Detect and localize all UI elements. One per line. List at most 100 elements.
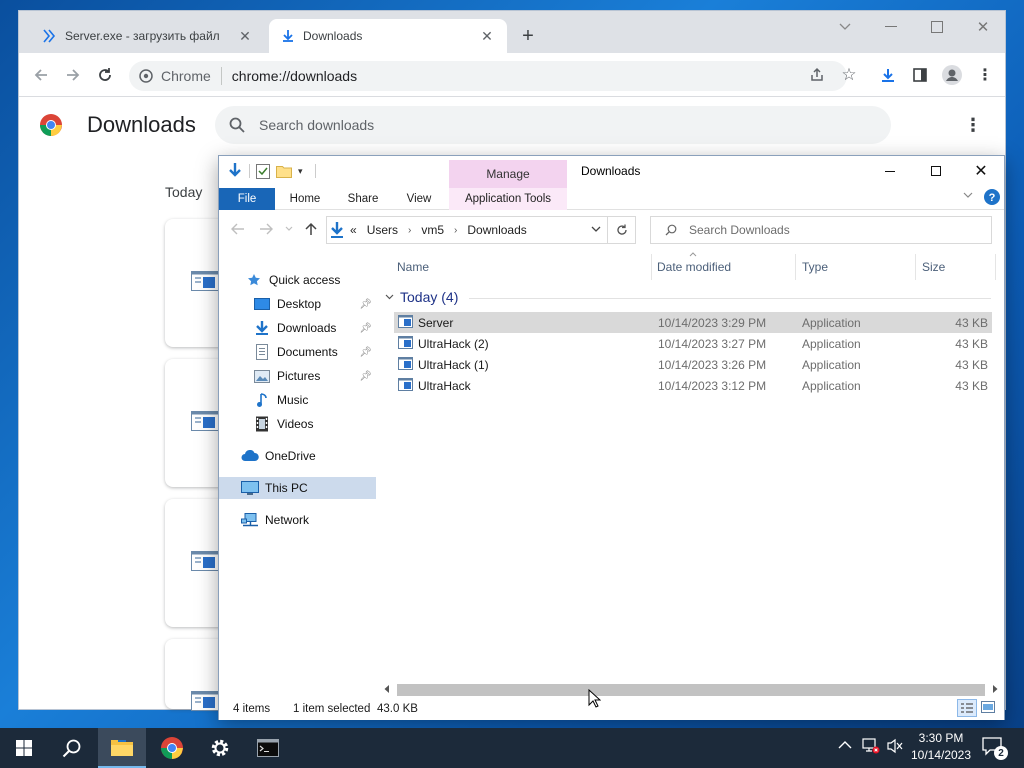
taskbar-file-explorer[interactable] <box>98 728 146 768</box>
omnibox-url[interactable]: chrome://downloads <box>232 68 357 84</box>
close-tab-icon[interactable]: ✕ <box>479 28 495 44</box>
share-icon[interactable] <box>803 61 831 89</box>
desktop-icon <box>253 296 271 312</box>
nav-music[interactable]: Music <box>219 389 376 411</box>
chrome-menu-icon[interactable]: ⋮ <box>971 61 999 89</box>
column-header-size[interactable]: Size <box>922 260 945 274</box>
group-header-today[interactable]: Today (4) <box>385 289 458 305</box>
column-divider[interactable] <box>795 254 796 280</box>
bookmark-star-icon[interactable]: ☆ <box>835 61 863 89</box>
nav-this-pc[interactable]: This PC <box>219 477 376 499</box>
address-bar[interactable]: Chrome chrome://downloads <box>129 61 847 91</box>
large-icons-view-icon <box>981 701 995 713</box>
maximize-icon[interactable] <box>923 13 951 41</box>
tab-server-exe[interactable]: Server.exe - загрузить файл ✕ <box>29 19 265 53</box>
downloads-toolbar-icon[interactable] <box>874 61 902 89</box>
column-divider[interactable] <box>915 254 916 280</box>
downloads-more-icon[interactable]: ⋮ <box>959 111 987 139</box>
manage-context-tab[interactable]: Manage <box>449 160 567 188</box>
chevron-right-icon[interactable]: › <box>454 225 457 236</box>
chevron-down-icon[interactable] <box>385 294 394 300</box>
column-header-type[interactable]: Type <box>802 260 828 274</box>
address-overflow[interactable]: « <box>350 223 357 237</box>
scroll-left-icon[interactable] <box>383 684 390 694</box>
nav-network[interactable]: Network <box>219 509 376 531</box>
nav-documents[interactable]: Documents 📌︎ <box>219 341 376 363</box>
forward-icon[interactable] <box>259 223 273 235</box>
breadcrumb-users[interactable]: Users <box>367 223 398 237</box>
file-row-server[interactable]: Server 10/14/2023 3:29 PM Application 43… <box>394 312 992 333</box>
reload-icon[interactable] <box>91 61 119 89</box>
breadcrumb-downloads[interactable]: Downloads <box>467 223 526 237</box>
column-header-date-modified[interactable]: Date modified <box>657 260 731 274</box>
scrollbar-thumb[interactable] <box>397 684 985 696</box>
tab-search-icon[interactable] <box>831 13 859 41</box>
system-clock[interactable]: 3:30 PM 10/14/2023 <box>906 730 976 764</box>
ribbon-tab-home[interactable]: Home <box>279 188 331 210</box>
star-icon <box>245 272 263 288</box>
ribbon-tab-application-tools[interactable]: Application Tools <box>449 188 567 210</box>
side-panel-icon[interactable] <box>906 61 934 89</box>
taskbar-search-button[interactable] <box>48 728 96 768</box>
column-header-name[interactable]: Name <box>397 260 429 274</box>
network-status-icon[interactable] <box>862 738 880 754</box>
taskbar-command-prompt[interactable] <box>244 728 292 768</box>
chevron-right-icon[interactable]: › <box>408 225 411 236</box>
breadcrumb-vm5[interactable]: vm5 <box>421 223 444 237</box>
start-button[interactable] <box>0 728 48 768</box>
address-bar[interactable]: « Users › vm5 › Downloads <box>326 216 608 244</box>
nav-pictures[interactable]: Pictures 📌︎ <box>219 365 376 387</box>
volume-muted-icon[interactable] <box>886 738 904 754</box>
file-row-ultrahack-2[interactable]: UltraHack (2) 10/14/2023 3:27 PM Applica… <box>394 333 992 354</box>
maximize-icon[interactable] <box>913 156 959 186</box>
column-divider[interactable] <box>995 254 996 280</box>
exe-file-icon <box>398 378 413 391</box>
nav-downloads[interactable]: Downloads 📌︎ <box>219 317 376 339</box>
pin-icon[interactable]: 📌︎ <box>359 323 372 334</box>
down-arrow-icon[interactable] <box>227 162 243 180</box>
taskbar-chrome[interactable] <box>148 728 196 768</box>
nav-desktop[interactable]: Desktop 📌︎ <box>219 293 376 315</box>
forward-icon[interactable] <box>59 61 87 89</box>
column-divider[interactable] <box>651 254 652 280</box>
nav-quick-access[interactable]: Quick access <box>219 269 376 291</box>
new-tab-button[interactable]: + <box>514 22 542 50</box>
back-icon[interactable] <box>231 223 245 235</box>
back-icon[interactable] <box>27 61 55 89</box>
notifications-button[interactable]: 2 <box>982 736 1008 760</box>
new-folder-icon[interactable] <box>276 164 292 178</box>
taskbar-settings[interactable] <box>196 728 244 768</box>
customize-toolbar-icon[interactable]: ▾ <box>298 166 303 177</box>
profile-avatar-icon[interactable] <box>938 61 966 89</box>
ribbon-tab-share[interactable]: Share <box>337 188 389 210</box>
file-row-ultrahack[interactable]: UltraHack 10/14/2023 3:12 PM Application… <box>394 375 992 396</box>
minimize-icon[interactable] <box>877 13 905 41</box>
close-window-icon[interactable]: ✕ <box>958 156 1004 186</box>
tab-downloads[interactable]: Downloads ✕ <box>269 19 507 53</box>
pin-icon[interactable]: 📌︎ <box>359 347 372 358</box>
explorer-search-input[interactable]: Search Downloads <box>650 216 992 244</box>
up-arrow-icon[interactable] <box>305 222 317 236</box>
properties-checkbox-icon[interactable] <box>256 163 270 179</box>
large-icons-view-button[interactable] <box>981 701 995 713</box>
details-view-button[interactable] <box>957 699 977 717</box>
nav-onedrive[interactable]: OneDrive <box>219 445 376 467</box>
help-icon[interactable]: ? <box>984 189 1000 205</box>
refresh-button[interactable] <box>608 216 636 244</box>
expand-ribbon-icon[interactable] <box>963 192 973 198</box>
minimize-icon[interactable] <box>867 156 913 186</box>
recent-locations-icon[interactable] <box>285 226 293 231</box>
ribbon-tab-file[interactable]: File <box>219 188 275 210</box>
close-window-icon[interactable]: ✕ <box>969 13 997 41</box>
close-tab-icon[interactable]: ✕ <box>237 28 253 44</box>
pin-icon[interactable]: 📌︎ <box>359 299 372 310</box>
gear-icon <box>211 739 229 757</box>
nav-videos[interactable]: Videos <box>219 413 376 435</box>
ribbon-tab-view[interactable]: View <box>393 188 445 210</box>
show-hidden-icons-icon[interactable] <box>838 740 852 750</box>
file-row-ultrahack-1[interactable]: UltraHack (1) 10/14/2023 3:26 PM Applica… <box>394 354 992 375</box>
pin-icon[interactable]: 📌︎ <box>359 371 372 382</box>
address-history-icon[interactable] <box>591 226 601 232</box>
downloads-search-input[interactable]: Search downloads <box>215 106 891 144</box>
scroll-right-icon[interactable] <box>992 684 999 694</box>
